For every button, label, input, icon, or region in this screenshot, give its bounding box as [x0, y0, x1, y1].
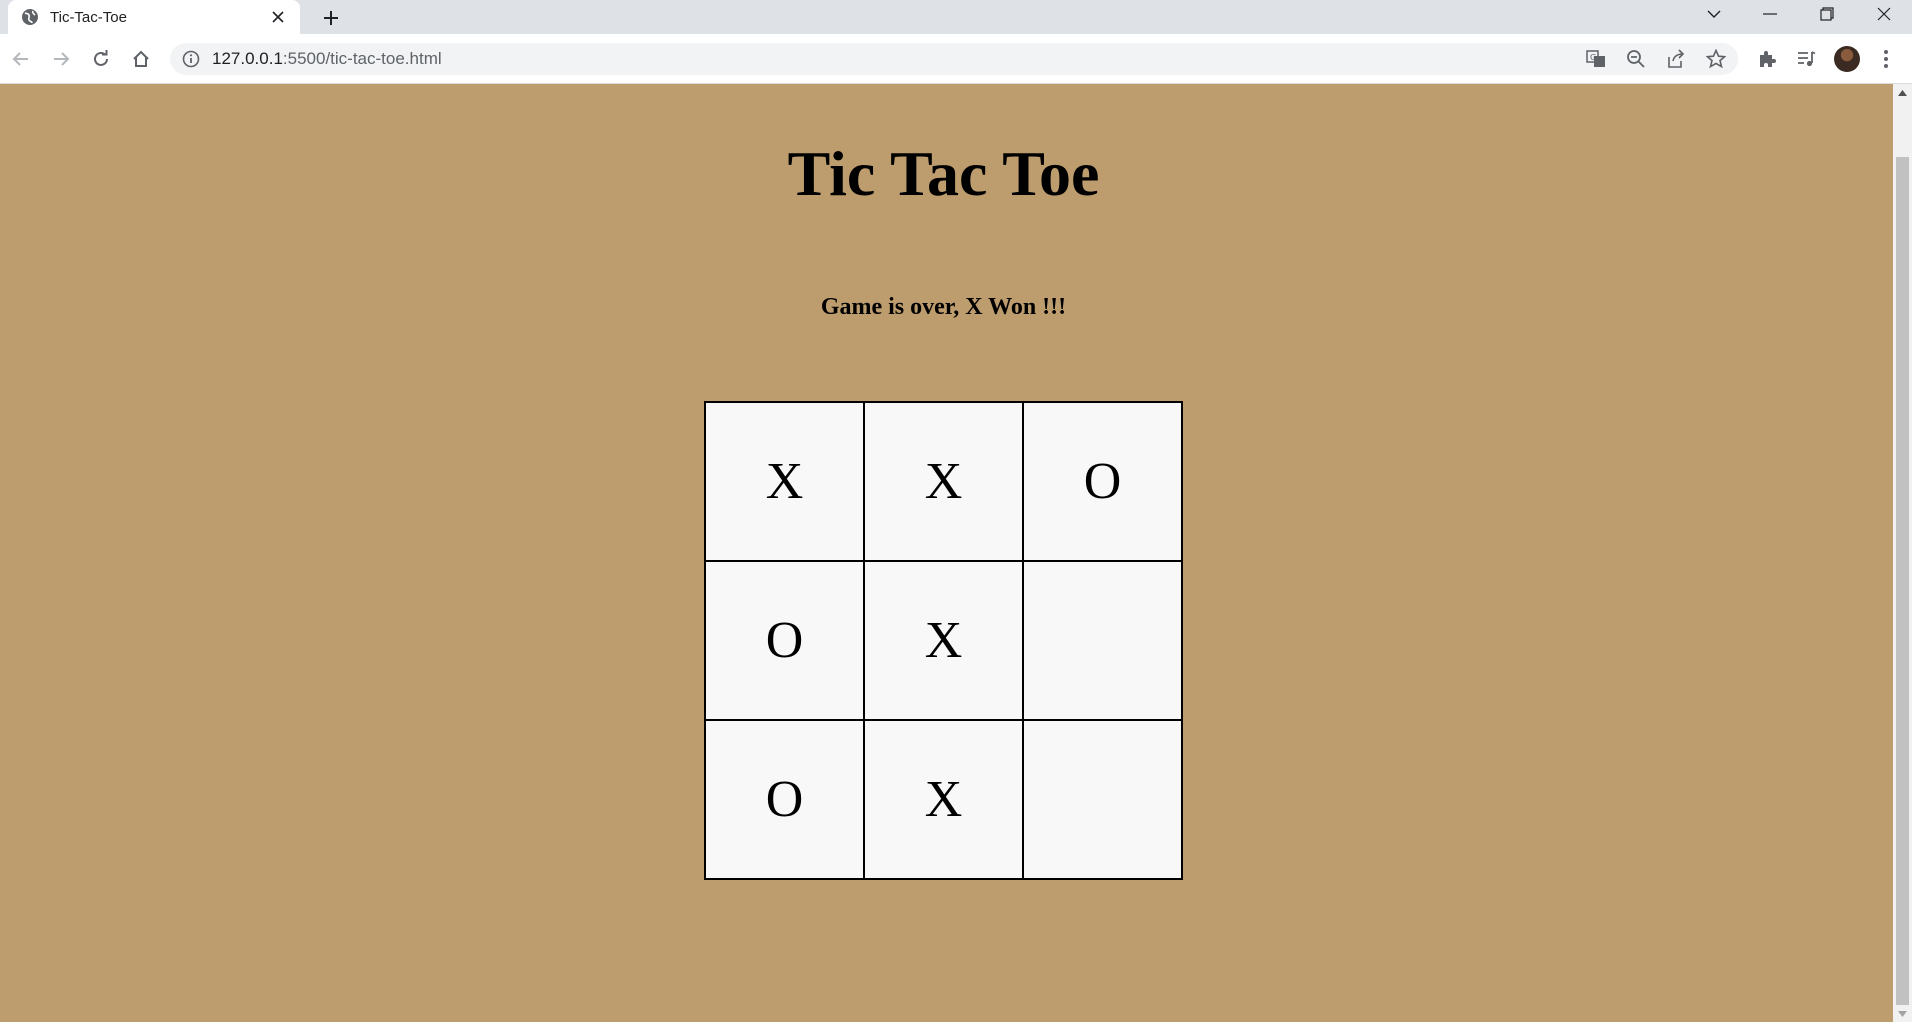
address-bar[interactable]: 127.0.0.1:5500/tic-tac-toe.html G	[170, 43, 1738, 75]
media-control-icon[interactable]	[1794, 47, 1818, 71]
tab-title: Tic-Tac-Toe	[50, 8, 127, 26]
minimize-icon[interactable]	[1742, 0, 1798, 28]
bookmark-star-icon[interactable]	[1704, 47, 1728, 71]
board-cell-3[interactable]: O	[1024, 403, 1183, 562]
share-icon[interactable]	[1664, 47, 1688, 71]
url-path: :5500/tic-tac-toe.html	[282, 49, 442, 68]
page-title: Tic Tac Toe	[787, 138, 1100, 209]
scroll-down-arrow-icon[interactable]	[1893, 1005, 1912, 1022]
scrollbar-thumb[interactable]	[1896, 157, 1909, 1005]
svg-text:G: G	[1590, 53, 1596, 62]
board-cell-5[interactable]: X	[865, 562, 1024, 721]
tab-strip: Tic-Tac-Toe	[0, 0, 1912, 34]
browser-tab[interactable]: Tic-Tac-Toe	[8, 0, 300, 34]
site-info-icon[interactable]	[182, 50, 200, 68]
url-text[interactable]: 127.0.0.1:5500/tic-tac-toe.html	[212, 43, 442, 75]
game-status: Game is over, X Won !!!	[820, 294, 1067, 320]
new-tab-button[interactable]	[316, 3, 346, 33]
board-cell-4[interactable]: O	[706, 562, 865, 721]
url-host: 127.0.0.1	[212, 49, 283, 68]
game-board: X X O O X O X	[704, 401, 1183, 880]
board-cell-8[interactable]: X	[865, 721, 1024, 880]
globe-icon	[20, 7, 40, 27]
restore-icon[interactable]	[1799, 0, 1855, 28]
scroll-up-arrow-icon[interactable]	[1893, 84, 1912, 101]
profile-avatar[interactable]	[1834, 46, 1860, 72]
page-viewport: Tic Tac Toe Game is over, X Won !!! X X …	[0, 84, 1893, 1022]
menu-dots-icon[interactable]	[1874, 47, 1898, 71]
board-cell-6[interactable]	[1024, 562, 1183, 721]
board-cell-7[interactable]: O	[706, 721, 865, 880]
close-window-icon[interactable]	[1856, 0, 1912, 28]
home-icon[interactable]	[125, 43, 157, 75]
tab-search-icon[interactable]	[1686, 0, 1742, 28]
reload-icon[interactable]	[85, 43, 117, 75]
forward-icon[interactable]	[45, 43, 77, 75]
browser-toolbar: 127.0.0.1:5500/tic-tac-toe.html G	[0, 34, 1912, 84]
close-tab-icon[interactable]	[266, 5, 290, 29]
back-icon[interactable]	[5, 43, 37, 75]
vertical-scrollbar[interactable]	[1893, 84, 1912, 1022]
zoom-out-icon[interactable]	[1624, 47, 1648, 71]
board-cell-9[interactable]	[1024, 721, 1183, 880]
board-cell-1[interactable]: X	[706, 403, 865, 562]
translate-icon[interactable]: G	[1584, 47, 1608, 71]
extensions-icon[interactable]	[1755, 47, 1779, 71]
board-cell-2[interactable]: X	[865, 403, 1024, 562]
